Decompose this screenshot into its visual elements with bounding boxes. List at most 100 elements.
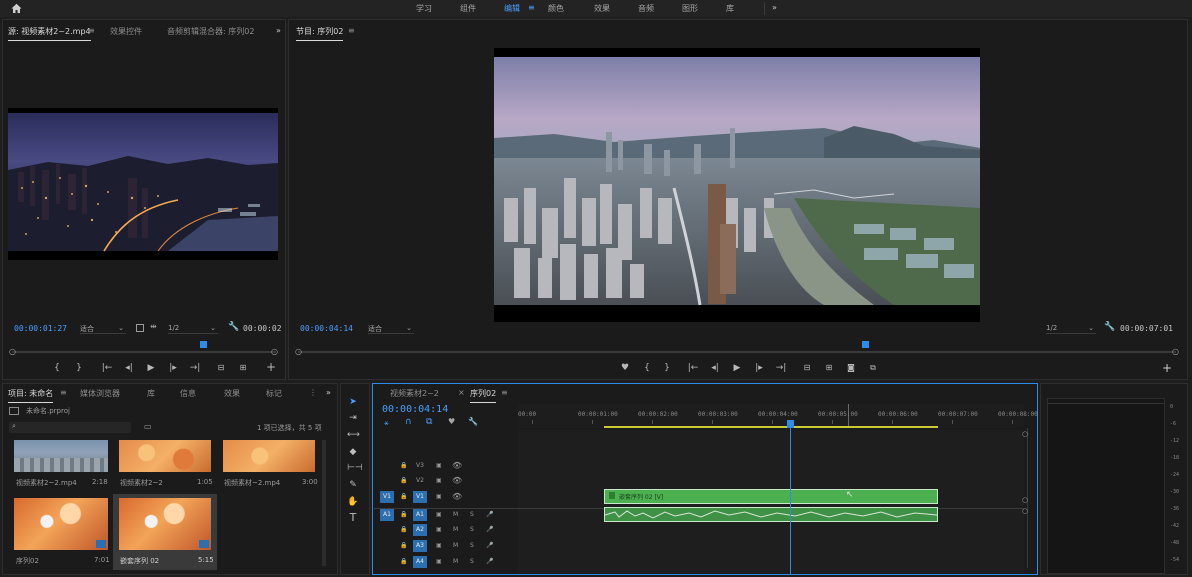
workspace-audio[interactable]: 音频 bbox=[638, 3, 654, 14]
insert-icon[interactable]: ⇹ bbox=[150, 322, 157, 331]
go-to-out-icon[interactable]: →| bbox=[188, 363, 202, 373]
timeline-menu-icon[interactable]: ≡ bbox=[501, 388, 508, 397]
home-icon[interactable] bbox=[10, 2, 23, 15]
project-scrollbar[interactable] bbox=[322, 440, 326, 566]
thumbnail-nested-sequence[interactable] bbox=[119, 498, 211, 550]
mute-button[interactable]: M bbox=[453, 526, 458, 533]
workspace-color[interactable]: 颜色 bbox=[548, 3, 564, 14]
source-playhead[interactable] bbox=[200, 341, 207, 348]
program-mark-in-icon[interactable]: { bbox=[640, 363, 654, 373]
solo-button[interactable]: S bbox=[470, 526, 474, 533]
track-select-tool-icon[interactable]: ⇥ bbox=[347, 412, 359, 424]
lock-icon[interactable]: 🔒 bbox=[400, 542, 407, 549]
tab-media-browser[interactable]: 媒体浏览器 bbox=[80, 388, 120, 399]
program-mark-out-icon[interactable]: } bbox=[660, 363, 674, 373]
scroll-knob-bottom-icon[interactable]: ○ bbox=[1022, 507, 1028, 515]
tab-source[interactable]: 源: 视频素材2~2.mp4 bbox=[8, 26, 91, 41]
lock-icon[interactable]: 🔒 bbox=[400, 493, 407, 500]
solo-button[interactable]: S bbox=[470, 511, 474, 518]
sync-lock-icon[interactable]: ▣ bbox=[436, 542, 442, 549]
source-patch-a1[interactable]: A1 bbox=[380, 509, 394, 521]
workspace-libraries[interactable]: 库 bbox=[726, 3, 734, 14]
tab-markers[interactable]: 标记 bbox=[266, 388, 282, 399]
track-target-a2[interactable]: A2 bbox=[413, 524, 427, 536]
safe-margins-icon[interactable] bbox=[136, 324, 144, 332]
project-search-input[interactable]: ⌕ bbox=[9, 422, 131, 433]
timeline-marker-icon[interactable]: ♥ bbox=[448, 417, 455, 426]
tab-timeline-sequence[interactable]: 序列02 bbox=[470, 388, 497, 403]
pen-tool-icon[interactable]: ✎ bbox=[347, 479, 359, 491]
program-go-to-in-icon[interactable]: |← bbox=[686, 363, 700, 373]
source-resolution-dropdown[interactable]: 1/2 ⌄ bbox=[168, 324, 218, 334]
source-timecode[interactable]: 00:00:01:27 bbox=[14, 324, 67, 333]
export-frame-icon[interactable]: ◙ bbox=[844, 363, 858, 372]
timeline-timecode[interactable]: 00:00:04:14 bbox=[382, 404, 448, 415]
source-fit-dropdown[interactable]: 适合 ⌄ bbox=[80, 324, 126, 334]
step-back-icon[interactable]: ◂| bbox=[122, 363, 136, 373]
program-fit-dropdown[interactable]: 适合 ⌄ bbox=[368, 324, 414, 334]
program-timecode[interactable]: 00:00:04:14 bbox=[300, 324, 353, 333]
scroll-knob-mid-icon[interactable]: ○ bbox=[1022, 496, 1028, 504]
program-resolution-dropdown[interactable]: 1/2 ⌄ bbox=[1046, 324, 1096, 334]
comparison-view-icon[interactable]: ⧉ bbox=[866, 363, 880, 373]
thumbnail-autumn-leaves-2[interactable] bbox=[223, 440, 315, 472]
sync-lock-icon[interactable]: ▣ bbox=[436, 526, 442, 533]
add-marker-icon[interactable]: ♥ bbox=[618, 363, 632, 373]
tab-timeline-clip[interactable]: 视频素材2~2 bbox=[390, 388, 439, 399]
lock-icon[interactable]: 🔒 bbox=[400, 462, 407, 469]
voiceover-icon[interactable]: 🎤 bbox=[486, 542, 493, 549]
tab-project[interactable]: 项目: 未命名 bbox=[8, 388, 54, 403]
tab-audio-clip-mixer[interactable]: 音频剪辑混合器: 序列02 bbox=[167, 26, 254, 37]
go-to-in-icon[interactable]: |← bbox=[100, 363, 114, 373]
project-overflow-icon[interactable]: » bbox=[326, 388, 331, 397]
tab-effect-controls[interactable]: 效果控件 bbox=[110, 26, 142, 37]
tab-effects[interactable]: 效果 bbox=[224, 388, 240, 399]
workspace-editing[interactable]: 编辑 bbox=[504, 3, 520, 14]
snap-icon[interactable]: ∩ bbox=[405, 417, 412, 427]
hand-tool-icon[interactable]: ✋ bbox=[347, 496, 359, 508]
play-icon[interactable]: ▶ bbox=[144, 363, 158, 373]
lift-icon[interactable]: ⊟ bbox=[800, 363, 814, 372]
video-clip[interactable]: 嵌套序列 02 [V] bbox=[604, 489, 938, 504]
panel-menu-icon[interactable]: ≡ bbox=[88, 26, 95, 35]
overwrite-clip-icon[interactable]: ⊞ bbox=[236, 363, 250, 372]
program-go-to-out-icon[interactable]: →| bbox=[774, 363, 788, 373]
more-workspaces-icon[interactable]: » bbox=[772, 3, 777, 12]
solo-button[interactable]: S bbox=[470, 558, 474, 565]
workspace-effects[interactable]: 效果 bbox=[594, 3, 610, 14]
project-more-icon[interactable]: ⋮ bbox=[309, 388, 317, 397]
wrench-icon[interactable]: 🔧 bbox=[228, 322, 239, 332]
mute-button[interactable]: M bbox=[453, 542, 458, 549]
program-step-forward-icon[interactable]: |▸ bbox=[752, 363, 766, 373]
linked-selection-icon[interactable]: ⧉ bbox=[426, 417, 432, 427]
track-target-a4[interactable]: A4 bbox=[413, 556, 427, 568]
close-tab-icon[interactable]: × bbox=[458, 388, 465, 397]
sync-lock-icon[interactable]: ▣ bbox=[436, 462, 442, 469]
lock-icon[interactable]: 🔒 bbox=[400, 558, 407, 565]
track-target-v1[interactable]: V1 bbox=[413, 491, 427, 503]
mute-button[interactable]: M bbox=[453, 558, 458, 565]
mark-out-icon[interactable]: } bbox=[72, 363, 86, 373]
nest-icon[interactable]: ⚹ bbox=[384, 418, 389, 428]
workspace-graphics[interactable]: 图形 bbox=[682, 3, 698, 14]
slip-tool-icon[interactable]: ⊢⊣ bbox=[347, 462, 363, 474]
voiceover-icon[interactable]: 🎤 bbox=[486, 558, 493, 565]
workspace-assembly[interactable]: 组件 bbox=[460, 3, 476, 14]
source-scrub-bar[interactable] bbox=[12, 351, 276, 353]
work-area-bar[interactable] bbox=[604, 426, 938, 428]
timeline-settings-icon[interactable]: 🔧 bbox=[468, 417, 478, 426]
program-menu-icon[interactable]: ≡ bbox=[348, 26, 355, 35]
voiceover-icon[interactable]: 🎤 bbox=[486, 526, 493, 533]
eye-icon[interactable]: 👁 bbox=[452, 492, 462, 501]
sync-lock-icon[interactable]: ▣ bbox=[436, 477, 442, 484]
extract-icon[interactable]: ⊞ bbox=[822, 363, 836, 372]
program-add-button-icon[interactable]: + bbox=[1162, 361, 1172, 375]
mark-in-icon[interactable]: { bbox=[50, 363, 64, 373]
lock-icon[interactable]: 🔒 bbox=[400, 511, 407, 518]
selection-tool-icon[interactable]: ➤ bbox=[347, 396, 359, 408]
mute-button[interactable]: M bbox=[453, 511, 458, 518]
eye-icon[interactable]: 👁 bbox=[452, 476, 462, 485]
program-scrub-bar[interactable] bbox=[298, 351, 1176, 353]
workspace-learn[interactable]: 学习 bbox=[416, 3, 432, 14]
lock-icon[interactable]: 🔒 bbox=[400, 526, 407, 533]
